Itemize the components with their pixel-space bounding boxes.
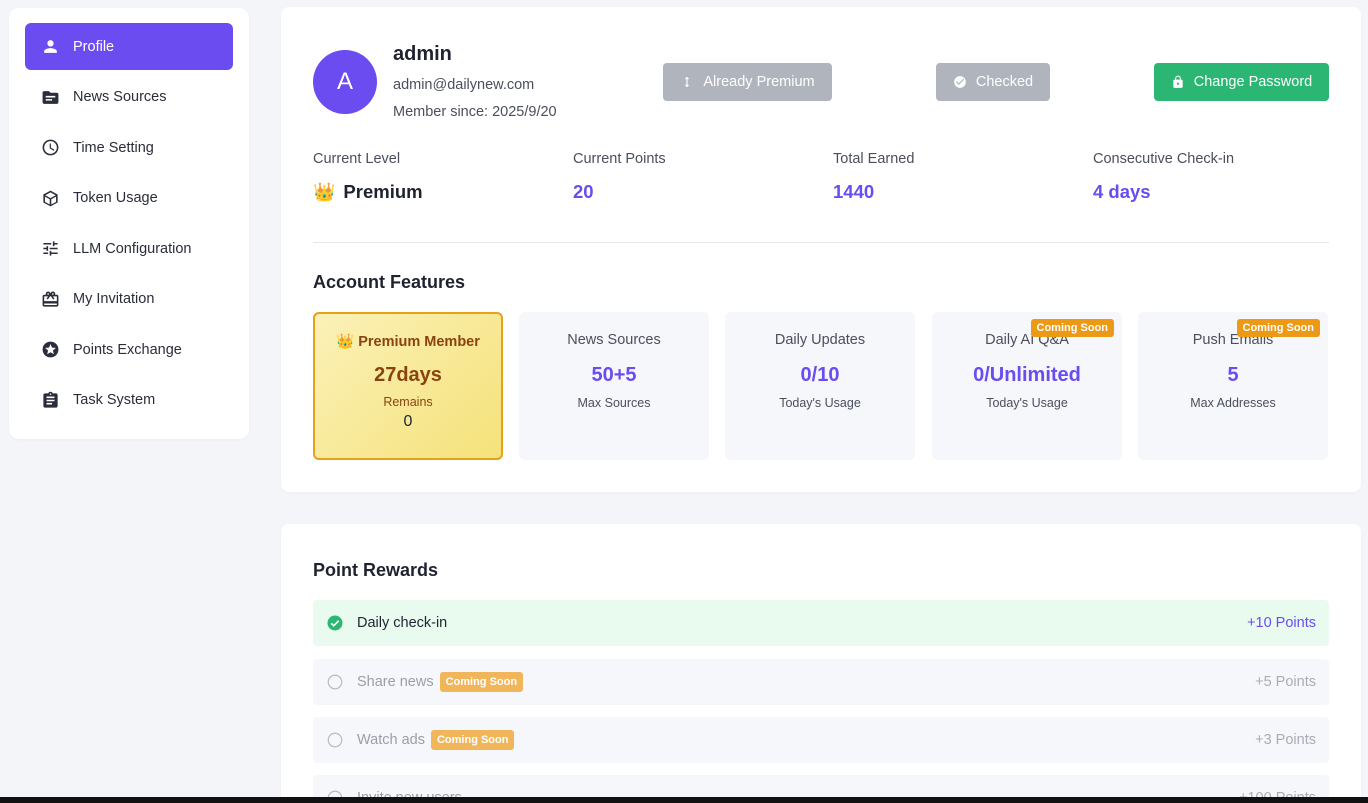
stat-value: 4 days — [1093, 181, 1151, 202]
coming-soon-badge: Coming Soon — [1030, 319, 1114, 337]
crown-icon: 👑 — [313, 181, 336, 202]
person-icon — [40, 37, 60, 57]
sidebar-item-label: My Invitation — [73, 291, 155, 307]
checked-label: Checked — [975, 74, 1034, 90]
feature-news-sources: News Sources 50+5 Max Sources — [519, 312, 709, 460]
feature-sub: Max Sources — [577, 396, 651, 410]
empty-circle-icon — [326, 673, 344, 691]
reward-points: +5 Points — [1255, 674, 1316, 690]
feature-extra: 0 — [403, 413, 413, 430]
stat-value: Premium — [343, 181, 423, 202]
point-rewards-card: Point Rewards Daily check-in +10 Points … — [281, 524, 1361, 803]
check-circle-icon — [326, 614, 344, 632]
sidebar-item-news-sources[interactable]: News Sources — [25, 74, 233, 121]
stat-value: 1440 — [833, 181, 875, 202]
feature-value: 0/10 — [800, 364, 840, 386]
check-circle-icon — [953, 75, 967, 89]
feature-title: 👑 Premium Member — [315, 333, 501, 350]
already-premium-label: Already Premium — [703, 74, 815, 90]
feature-value: 50+5 — [591, 364, 637, 386]
sidebar-item-token-usage[interactable]: Token Usage — [25, 175, 233, 222]
sidebar-item-points-exchange[interactable]: Points Exchange — [25, 326, 233, 373]
checked-button[interactable]: Checked — [936, 63, 1050, 101]
stat-label: Current Points — [573, 151, 666, 167]
stat-current-points: Current Points 20 — [573, 151, 813, 203]
sidebar-item-label: Task System — [73, 392, 156, 408]
sliders-icon — [40, 239, 60, 259]
feature-value: 0/Unlimited — [973, 364, 1081, 386]
feature-daily-updates: Daily Updates 0/10 Today's Usage — [725, 312, 915, 460]
crown-icon: 👑 — [336, 334, 355, 350]
feature-sub: Remains — [383, 395, 433, 409]
coming-soon-badge: Coming Soon — [430, 730, 515, 750]
upgrade-arrow-icon — [680, 75, 694, 89]
gift-card-icon — [40, 289, 60, 309]
reward-points: +3 Points — [1255, 732, 1316, 748]
user-email: admin@dailynew.com — [393, 77, 535, 93]
feature-value: 27days — [374, 364, 442, 386]
stat-label: Consecutive Check-in — [1093, 151, 1235, 167]
reward-watch-ads[interactable]: Watch ads Coming Soon +3 Points — [313, 717, 1329, 763]
clipboard-icon — [40, 390, 60, 410]
account-features-title: Account Features — [313, 272, 466, 292]
feature-push-emails: Push Emails 5 Max Addresses Coming Soon — [1138, 312, 1328, 460]
sidebar-item-llm-configuration[interactable]: LLM Configuration — [25, 225, 233, 272]
feature-title: News Sources — [567, 332, 661, 348]
stat-label: Current Level — [313, 151, 401, 167]
clock-icon — [40, 138, 60, 158]
feature-title-text: Premium Member — [358, 334, 480, 350]
avatar: A — [313, 50, 377, 114]
stat-current-level: Current Level 👑 Premium — [313, 151, 553, 203]
empty-circle-icon — [326, 731, 344, 749]
folder-icon — [40, 87, 60, 107]
point-rewards-title: Point Rewards — [313, 560, 439, 580]
member-since: Member since: 2025/9/20 — [393, 104, 557, 120]
reward-points: +10 Points — [1247, 615, 1316, 631]
sidebar-item-task-system[interactable]: Task System — [25, 377, 233, 424]
sidebar-item-my-invitation[interactable]: My Invitation — [25, 276, 233, 323]
reward-daily-checkin[interactable]: Daily check-in +10 Points — [313, 600, 1329, 646]
divider — [313, 242, 1329, 243]
feature-sub: Max Addresses — [1190, 396, 1276, 410]
stat-value-row: 👑 Premium — [313, 181, 553, 203]
sidebar-item-profile[interactable]: Profile — [25, 23, 233, 70]
sidebar-item-time-setting[interactable]: Time Setting — [25, 124, 233, 171]
reward-share-news[interactable]: Share news Coming Soon +5 Points — [313, 659, 1329, 705]
feature-daily-ai-qa: Daily AI Q&A 0/Unlimited Today's Usage C… — [932, 312, 1122, 460]
coming-soon-badge: Coming Soon — [1236, 319, 1320, 337]
sidebar-item-label: Points Exchange — [73, 341, 182, 358]
sidebar-item-label: LLM Configuration — [73, 240, 192, 257]
sidebar-item-label: Token Usage — [73, 190, 158, 206]
feature-sub: Today's Usage — [986, 396, 1068, 410]
feature-sub: Today's Usage — [779, 396, 861, 410]
lock-icon — [1171, 75, 1185, 89]
sidebar-item-label: Profile — [73, 38, 115, 55]
stat-label: Total Earned — [833, 151, 915, 167]
sidebar-item-label: Time Setting — [73, 139, 154, 156]
reward-label: Watch ads — [357, 732, 425, 748]
reward-label: Share news — [357, 674, 434, 690]
sidebar: Profile News Sources Time Setting Token … — [9, 8, 249, 439]
stat-value: 20 — [573, 181, 594, 202]
star-circle-icon — [40, 340, 60, 360]
cube-icon — [40, 188, 60, 208]
coming-soon-badge: Coming Soon — [439, 672, 524, 692]
stat-consecutive-checkin: Consecutive Check-in 4 days — [1093, 151, 1333, 203]
sidebar-item-label: News Sources — [73, 89, 167, 105]
window-bottom-edge — [0, 797, 1368, 803]
feature-title: Daily Updates — [774, 332, 866, 348]
change-password-button[interactable]: Change Password — [1154, 63, 1329, 101]
profile-card: A admin admin@dailynew.com Member since:… — [281, 7, 1361, 492]
change-password-label: Change Password — [1193, 74, 1313, 90]
stat-total-earned: Total Earned 1440 — [833, 151, 1073, 203]
username: admin — [393, 43, 452, 65]
feature-premium-member: 👑 Premium Member 27days Remains 0 — [313, 312, 503, 460]
reward-label: Daily check-in — [357, 615, 448, 631]
already-premium-button[interactable]: Already Premium — [663, 63, 832, 101]
feature-value: 5 — [1227, 364, 1239, 386]
